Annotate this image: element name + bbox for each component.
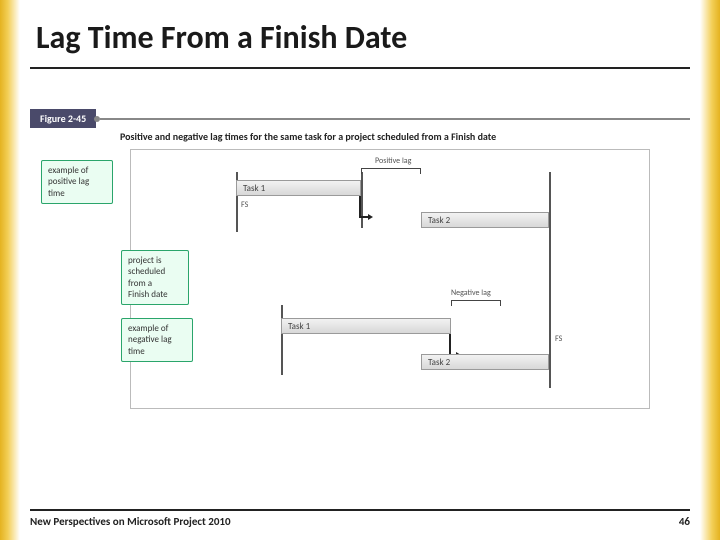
positive-lag-label: Positive lag [375, 156, 411, 166]
slide-title: Lag Time From a Finish Date [30, 10, 690, 69]
figure: Figure 2-45 Positive and negative lag ti… [30, 109, 690, 409]
figure-caption-rule [100, 118, 690, 120]
task1-label-top: Task 1 [243, 183, 265, 194]
decor-right-bar [700, 0, 720, 540]
figure-tag: Figure 2-45 [30, 109, 96, 128]
fs-link-top [359, 196, 369, 218]
fs-label-bottom: FS [555, 334, 562, 344]
figure-header: Figure 2-45 [30, 109, 690, 128]
task2-bar-top: Task 2 [421, 212, 549, 228]
fs-link-bottom [449, 334, 457, 356]
callout-scheduled-from-finish: project is scheduled from a Finish date [121, 250, 189, 305]
task2-label-top: Task 2 [428, 215, 450, 226]
decor-left-bar [0, 0, 20, 540]
timeline-finish [549, 172, 551, 388]
callout-positive-lag: example of positive lag time [41, 160, 113, 204]
task2-bar-bottom: Task 2 [421, 354, 549, 370]
fs-label-top: FS [241, 200, 248, 210]
task2-label-bottom: Task 2 [428, 357, 450, 368]
negative-lag-bracket [451, 300, 501, 306]
task1-bar-top: Task 1 [236, 180, 361, 196]
task1-bar-bottom: Task 1 [281, 318, 451, 334]
figure-caption: Positive and negative lag times for the … [40, 128, 690, 143]
timeline-start-b [281, 305, 283, 375]
figure-diagram: example of positive lag time project is … [130, 149, 650, 409]
negative-lag-label: Negative lag [451, 288, 491, 298]
footer-text: New Perspectives on Microsoft Project 20… [30, 515, 231, 528]
page-number: 46 [679, 515, 690, 528]
positive-lag-bracket [361, 168, 421, 174]
task1-label-bottom: Task 1 [288, 321, 310, 332]
slide-footer: New Perspectives on Microsoft Project 20… [30, 509, 690, 528]
slide-body: Lag Time From a Finish Date Figure 2-45 … [30, 10, 690, 530]
callout-negative-lag: example of negative lag time [121, 318, 193, 362]
